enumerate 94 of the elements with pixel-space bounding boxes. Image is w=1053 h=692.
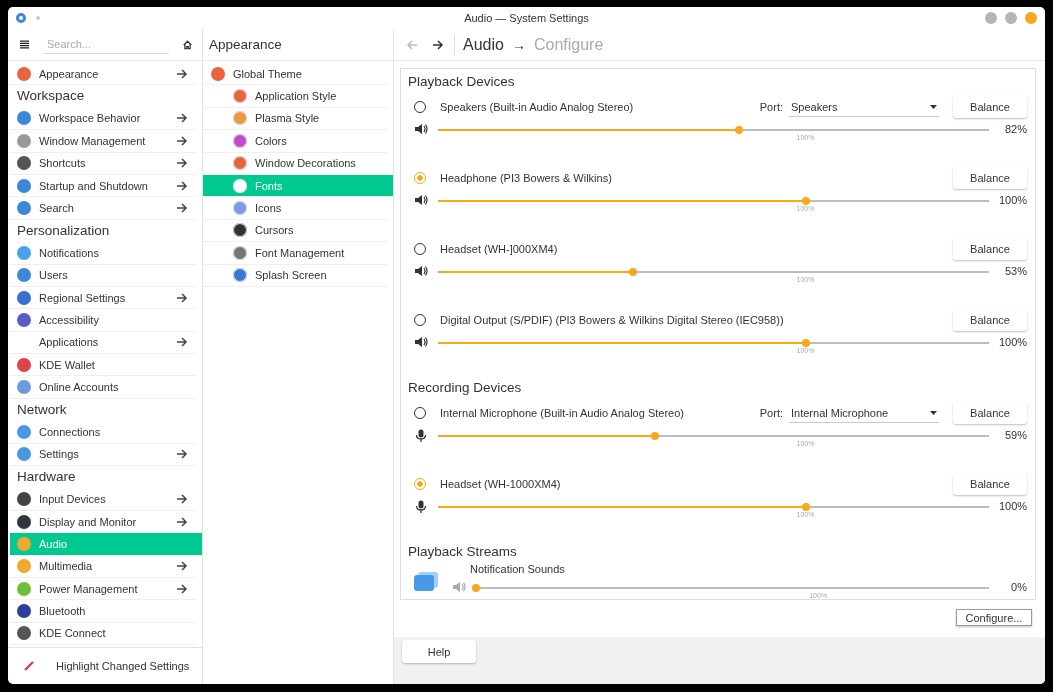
volume-reading: 100% — [999, 194, 1027, 206]
slider-handle[interactable] — [650, 432, 659, 440]
dropdown-caret-icon — [930, 410, 937, 415]
balance-button[interactable]: Balance — [953, 238, 1027, 260]
category-header: Hardware — [16, 468, 77, 487]
forward-icon[interactable] — [432, 39, 444, 50]
device-name: Internal Microphone (Built-in Audio Analog Stereo) — [440, 407, 685, 419]
speaker-icon[interactable] — [414, 123, 428, 135]
balance-button[interactable]: Balance — [953, 402, 1027, 424]
volume-reading: 59% — [1003, 429, 1027, 441]
sidebar-item[interactable]: Connections — [10, 421, 196, 444]
app-icon — [16, 13, 26, 23]
stream-name: Notification Sounds — [469, 563, 566, 575]
microphone-icon[interactable] — [414, 429, 428, 443]
section-title: Playback Streams — [408, 543, 518, 561]
list-item[interactable]: Colors — [203, 130, 387, 153]
volume-reading: 100% — [999, 500, 1027, 512]
sidebar-item[interactable]: Appearance — [10, 63, 196, 86]
home-icon[interactable] — [183, 38, 192, 51]
speaker-icon[interactable] — [414, 194, 428, 206]
volume-reading: 0% — [1010, 581, 1027, 593]
sidebar-item[interactable]: Search — [10, 197, 196, 220]
sidebar-item[interactable]: Bluetooth — [10, 600, 196, 623]
sidebar-item[interactable]: Users — [10, 264, 196, 287]
pen-icon — [24, 661, 34, 671]
list-item[interactable]: Font Management — [203, 242, 387, 265]
pin-icon[interactable] — [36, 16, 40, 20]
close-button[interactable] — [1025, 12, 1037, 24]
device-name: Headset (WH-]000XM4) — [440, 243, 559, 255]
category-header: Workspace — [16, 87, 86, 106]
dropdown-caret-icon — [930, 104, 937, 109]
sidebar-item[interactable]: Window Management — [10, 130, 196, 153]
minimize-button[interactable] — [985, 12, 997, 24]
radio-button[interactable] — [414, 172, 426, 184]
sidebar-item[interactable]: Shortcuts — [10, 152, 196, 175]
balance-button[interactable]: Balance — [953, 167, 1027, 189]
port-dropdown[interactable]: Speakers — [789, 97, 939, 117]
section-title: Recording Devices — [408, 379, 523, 397]
breadcrumb-item[interactable]: Audio — [463, 35, 504, 54]
sidebar-item[interactable]: Startup and Shutdown — [10, 174, 196, 198]
configure-button[interactable]: Configure... — [956, 609, 1032, 626]
device-name: Headphone (PI3 Bowers & Wilkins) — [440, 172, 613, 184]
window-title: Audio — System Settings — [464, 12, 589, 24]
sidebar-item[interactable]: Applications — [10, 331, 196, 355]
sidebar-item[interactable]: KDE Wallet — [10, 354, 196, 377]
maximize-button[interactable] — [1005, 12, 1017, 24]
device-name: Headset (WH-1000XM4) — [440, 478, 562, 490]
slider-handle[interactable] — [801, 339, 810, 347]
device-name: Speakers (Built-in Audio Analog Stereo) — [440, 101, 635, 113]
speaker-icon[interactable] — [414, 336, 428, 348]
sidebar-item[interactable]: Workspace Behavior — [10, 107, 196, 131]
volume-reading: 82% — [1003, 123, 1027, 135]
balance-button[interactable]: Balance — [953, 309, 1027, 331]
list-item[interactable]: Splash Screen — [203, 264, 387, 287]
sidebar-item[interactable]: Multimedia — [10, 555, 196, 578]
sidebar-item[interactable]: KDE Connect — [10, 622, 196, 646]
device-name: Digital Output (S/PDIF) (PI3 Bowers & Wilkins Digital Stereo (IEC958)) — [440, 314, 785, 326]
port-dropdown[interactable]: Internal Microphone — [789, 403, 939, 423]
sidebar-item[interactable]: Notifications — [10, 242, 196, 265]
volume-reading: 53% — [1003, 265, 1027, 277]
sidebar-item[interactable]: Power Management — [10, 578, 196, 601]
category-header: Personalization — [16, 221, 111, 240]
balance-button[interactable]: Balance — [953, 473, 1027, 495]
list-item[interactable]: Window Decorations — [203, 152, 387, 175]
slider-handle[interactable] — [801, 503, 810, 511]
volume-reading: 100% — [999, 336, 1027, 348]
speaker-icon[interactable] — [414, 265, 428, 277]
help-button[interactable]: Help — [402, 640, 476, 663]
list-item[interactable]: Cursors — [203, 219, 387, 243]
category-header: Network — [16, 400, 68, 419]
slider-handle[interactable] — [801, 197, 810, 205]
sidebar-item[interactable]: Settings — [10, 443, 196, 467]
slider-handle[interactable] — [735, 126, 744, 134]
highlight-changed-button[interactable]: Highlight Changed Settings — [56, 660, 190, 672]
sidebar-item[interactable]: Accessibility — [10, 309, 196, 332]
panel-title: Appearance — [203, 29, 393, 61]
port-label: Port: — [759, 407, 783, 419]
list-item[interactable]: Global Theme — [203, 63, 387, 86]
sidebar-item[interactable]: Online Accounts — [10, 376, 196, 399]
list-item[interactable]: Plasma Style — [203, 107, 387, 131]
sidebar-item[interactable]: Regional Settings — [10, 286, 196, 310]
list-item[interactable]: Application Style — [203, 85, 387, 108]
slider-handle[interactable] — [472, 584, 480, 592]
slider-handle[interactable] — [628, 268, 637, 276]
menu-icon[interactable] — [20, 39, 29, 50]
radio-button[interactable] — [414, 478, 426, 490]
microphone-icon[interactable] — [414, 500, 428, 514]
section-title: Playback Devices — [408, 73, 516, 91]
balance-button[interactable]: Balance — [953, 96, 1027, 118]
sidebar-item[interactable]: Input Devices — [10, 488, 196, 511]
back-icon[interactable] — [406, 39, 418, 50]
breadcrumb-separator: → — [511, 36, 526, 53]
list-item[interactable]: Icons — [203, 197, 387, 220]
port-label: Port: — [759, 101, 783, 113]
